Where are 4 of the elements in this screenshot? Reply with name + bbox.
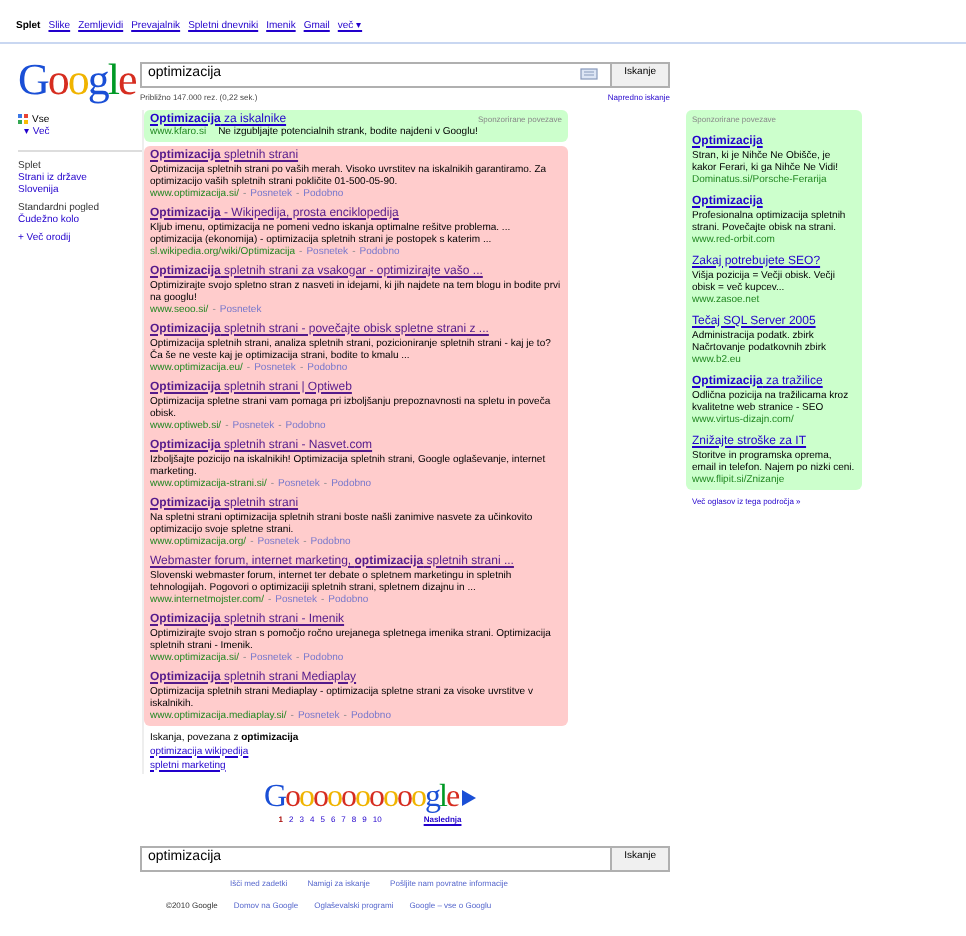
grid-icon	[18, 114, 28, 124]
next-arrow-icon[interactable]	[462, 789, 477, 805]
google-logo[interactable]: Google	[18, 55, 140, 103]
pagination-logo: Goooooooooogle	[263, 781, 459, 813]
